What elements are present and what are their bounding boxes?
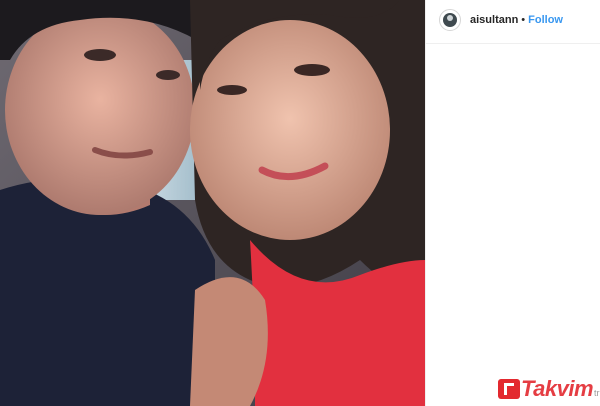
avatar-image	[443, 13, 457, 27]
username-link[interactable]: aisultann	[470, 14, 518, 26]
avatar[interactable]	[439, 9, 461, 31]
post-side-panel: aisultann • Follow	[425, 0, 600, 406]
follow-button[interactable]: Follow	[528, 14, 563, 26]
selfie-photo-image	[0, 0, 425, 406]
watermark-brand: Takvim	[521, 376, 594, 401]
takvim-watermark: Takvim tr	[498, 376, 600, 401]
post-photo[interactable]	[0, 0, 425, 406]
watermark-suffix: tr	[594, 388, 600, 398]
user-row: aisultann • Follow	[470, 13, 563, 27]
post-header: aisultann • Follow	[426, 0, 600, 44]
takvim-logo-icon	[498, 379, 520, 399]
separator-dot: •	[521, 14, 526, 26]
